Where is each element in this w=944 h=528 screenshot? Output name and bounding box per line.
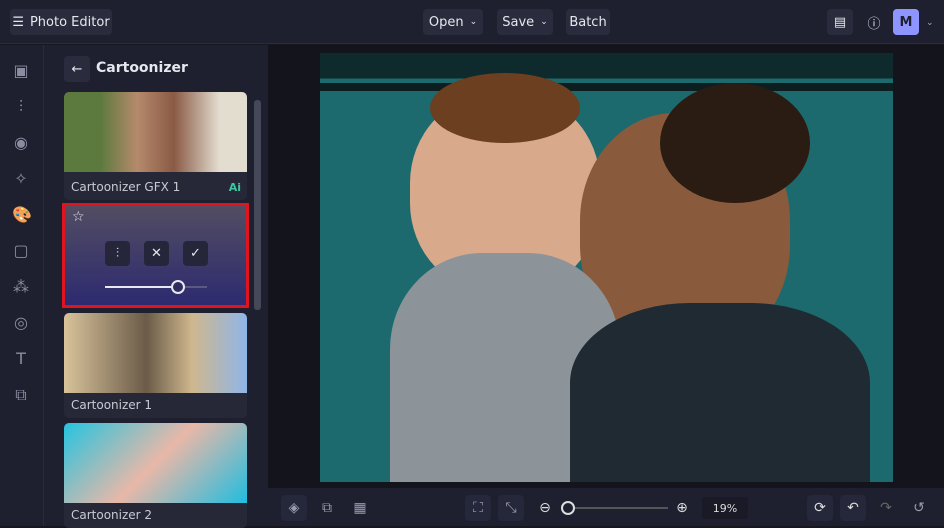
effect-card[interactable]: Cartoonizer 1 bbox=[64, 313, 247, 418]
zoom-value[interactable]: 19% bbox=[702, 497, 748, 519]
actual-size-icon[interactable]: ⤡ bbox=[498, 495, 524, 521]
frame-icon[interactable]: ▢ bbox=[12, 242, 30, 260]
text-icon[interactable]: T bbox=[12, 350, 30, 368]
help-icon[interactable]: ⓘ bbox=[861, 9, 887, 35]
menu-button[interactable]: ☰ Photo Editor bbox=[10, 9, 112, 35]
artsy-palette-icon[interactable]: 🎨 bbox=[12, 206, 32, 224]
undo-icon[interactable]: ↶ bbox=[840, 495, 866, 521]
selected-effect-card[interactable]: ☆ ⫶ ✕ ✓ bbox=[62, 203, 249, 308]
overlay-icon[interactable]: ⧉ bbox=[12, 386, 30, 404]
refresh-icon[interactable]: ⟳ bbox=[807, 495, 833, 521]
effects-panel: ← Cartoonizer Cartoonizer GFX 1 Ai ☆ ⫶ ✕… bbox=[44, 45, 268, 528]
effect-label: Cartoonizer GFX 1 bbox=[71, 180, 181, 194]
adjust-icon[interactable]: ⫶ bbox=[12, 98, 30, 116]
intensity-slider[interactable] bbox=[105, 280, 207, 294]
history-icon[interactable]: ↺ bbox=[906, 495, 932, 521]
effect-thumbnail bbox=[64, 423, 247, 503]
fit-screen-icon[interactable]: ⛶ bbox=[465, 495, 491, 521]
zoom-out-icon[interactable]: ⊖ bbox=[532, 495, 558, 521]
batch-button[interactable]: Batch bbox=[566, 9, 610, 35]
feedback-icon[interactable]: ▤ bbox=[827, 9, 853, 35]
redo-icon[interactable]: ↷ bbox=[873, 495, 899, 521]
grid-icon[interactable]: ▦ bbox=[347, 495, 373, 521]
chevron-down-icon: ⌄ bbox=[469, 17, 478, 27]
effect-label: Cartoonizer 1 bbox=[71, 398, 153, 412]
avatar[interactable]: M bbox=[893, 9, 919, 35]
open-button[interactable]: Open ⌄ bbox=[423, 9, 483, 35]
slider-fill bbox=[105, 286, 179, 288]
chevron-down-icon: ⌄ bbox=[540, 17, 548, 27]
star-icon[interactable]: ☆ bbox=[72, 209, 85, 225]
zoom-handle[interactable] bbox=[561, 501, 575, 515]
apply-check-icon[interactable]: ✓ bbox=[183, 241, 208, 266]
save-label: Save bbox=[502, 14, 535, 30]
effects-icon[interactable]: ✧ bbox=[12, 170, 30, 188]
settings-sliders-icon[interactable]: ⫶ bbox=[105, 241, 130, 266]
panel-title: Cartoonizer bbox=[96, 60, 188, 76]
texture-icon[interactable]: ◎ bbox=[12, 314, 30, 332]
effect-label: Cartoonizer 2 bbox=[71, 508, 153, 522]
resize-icon[interactable]: ⧉ bbox=[314, 495, 340, 521]
zoom-slider[interactable] bbox=[561, 501, 668, 515]
image-icon[interactable]: ▣ bbox=[12, 62, 30, 80]
eye-icon[interactable]: ◉ bbox=[12, 134, 30, 152]
chevron-down-icon[interactable]: ⌄ bbox=[926, 18, 934, 28]
layers-icon[interactable]: ◈ bbox=[281, 495, 307, 521]
effect-thumbnail bbox=[64, 313, 247, 393]
effect-card[interactable]: Cartoonizer 2 bbox=[64, 423, 247, 528]
cancel-x-icon[interactable]: ✕ bbox=[144, 241, 169, 266]
slider-handle[interactable] bbox=[171, 280, 186, 294]
hamburger-icon: ☰ bbox=[12, 14, 24, 30]
zoom-in-icon[interactable]: ⊕ bbox=[669, 495, 695, 521]
effect-card[interactable]: Cartoonizer GFX 1 Ai bbox=[64, 92, 247, 200]
save-button[interactable]: Save ⌄ bbox=[497, 9, 553, 35]
tool-rail: ▣ ⫶ ◉ ✧ 🎨 ▢ ⁂ ◎ T ⧉ bbox=[0, 45, 44, 526]
effect-thumbnail bbox=[64, 92, 247, 172]
back-arrow-icon[interactable]: ← bbox=[64, 56, 90, 82]
photo-canvas[interactable] bbox=[320, 53, 893, 482]
app-title: Photo Editor bbox=[29, 14, 110, 30]
bottom-toolbar: ◈ ⧉ ▦ ⛶ ⤡ ⊖ ⊕ 19% ⟳ ↶ ↷ ↺ bbox=[268, 488, 944, 526]
ai-badge: Ai bbox=[228, 181, 241, 194]
open-label: Open bbox=[428, 14, 464, 30]
top-bar: ☰ Photo Editor Open ⌄ Save ⌄ Batch ▤ ⓘ M ⌄ bbox=[0, 0, 944, 44]
panel-scrollbar[interactable] bbox=[254, 100, 261, 310]
graphics-icon[interactable]: ⁂ bbox=[12, 278, 30, 296]
